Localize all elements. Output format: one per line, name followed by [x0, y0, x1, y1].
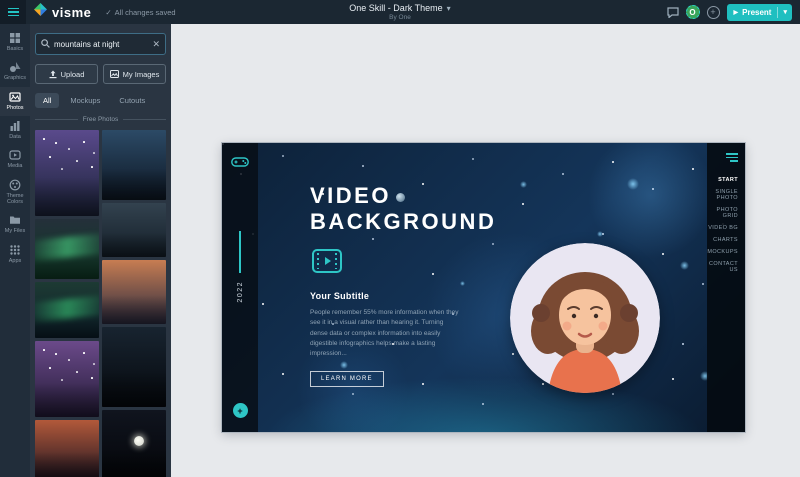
photo-thumbnail[interactable]	[102, 410, 166, 477]
photo-thumbnail[interactable]	[35, 219, 99, 279]
left-sidebar: Basics Graphics Photos Data Media Theme …	[0, 24, 30, 477]
present-button[interactable]: ▶ Present ▾	[726, 3, 792, 21]
sidebar-item-media[interactable]: Media	[0, 145, 30, 174]
menu-item-contact-us[interactable]: CONTACT US	[707, 258, 745, 276]
panel-buttons: Upload My Images	[35, 64, 166, 84]
search-icon	[41, 35, 50, 53]
photo-thumbnail[interactable]	[102, 203, 166, 257]
comments-icon[interactable]	[666, 6, 679, 18]
slide-subtitle[interactable]: Your Subtitle	[310, 291, 480, 301]
hamburger-menu-button[interactable]	[0, 0, 26, 24]
sidebar-item-my-files[interactable]: My Files	[0, 210, 30, 239]
add-collaborator-button[interactable]: +	[706, 5, 720, 19]
menu-item-photo-grid[interactable]: PHOTO GRID	[707, 204, 745, 222]
year-label[interactable]: 2022	[237, 281, 244, 303]
tab-mockups[interactable]: Mockups	[62, 93, 108, 108]
video-play-icon[interactable]	[312, 248, 480, 278]
sidebar-item-data[interactable]: Data	[0, 116, 30, 145]
document-title[interactable]: One Skill - Dark Theme ▾	[349, 3, 450, 13]
photos-panel: ✕ Upload My Images All Mockups Cutouts F…	[30, 24, 171, 477]
play-icon: ▶	[733, 9, 739, 16]
data-icon	[9, 120, 21, 132]
timeline-line	[239, 231, 241, 273]
section-divider: Free Photos	[35, 116, 166, 123]
slide-left-strip: 2022 +	[222, 143, 258, 432]
learn-more-button[interactable]: LEARN MORE	[310, 370, 384, 387]
photo-column	[35, 130, 99, 477]
save-status: ✓ All changes saved	[105, 7, 176, 17]
filter-tabs: All Mockups Cutouts	[35, 93, 166, 108]
game-controller-icon[interactable]	[231, 155, 249, 173]
photos-icon	[9, 91, 21, 103]
folder-icon	[9, 214, 21, 226]
photo-thumbnail[interactable]	[35, 420, 99, 477]
photo-thumbnail[interactable]	[35, 130, 99, 216]
top-bar: visme ✓ All changes saved One Skill - Da…	[0, 0, 800, 24]
photo-thumbnail[interactable]	[35, 341, 99, 417]
visme-logo-text: visme	[52, 4, 92, 20]
search-box: ✕	[35, 33, 166, 55]
topbar-actions: O + ▶ Present ▾	[666, 3, 800, 21]
apps-icon	[9, 244, 21, 256]
sidebar-item-graphics[interactable]: Graphics	[0, 57, 30, 86]
globe-icon	[395, 192, 405, 202]
chevron-down-icon: ▾	[446, 3, 451, 13]
menu-item-charts[interactable]: CHARTS	[707, 234, 745, 246]
menu-item-start[interactable]: START	[707, 174, 745, 186]
woman-illustration[interactable]	[510, 243, 660, 393]
media-icon	[9, 149, 21, 161]
photo-thumbnail[interactable]	[102, 327, 166, 407]
menu-item-mockups[interactable]: MOCKUPS	[707, 246, 745, 258]
image-icon	[109, 70, 119, 78]
menu-item-video-bg[interactable]: VIDEO BG	[707, 222, 745, 234]
editor-canvas[interactable]: 2022 + VIDEO BACKGROUND Your Subtitle Pe…	[171, 24, 800, 477]
user-avatar[interactable]: O	[685, 5, 700, 19]
slide-action-button[interactable]: +	[232, 403, 248, 418]
clear-search-icon[interactable]: ✕	[152, 39, 160, 50]
photo-column	[102, 130, 166, 477]
sidebar-item-apps[interactable]: Apps	[0, 240, 30, 269]
my-images-button[interactable]: My Images	[103, 64, 166, 84]
photo-results-grid	[35, 130, 166, 477]
slide-body-text[interactable]: People remember 55% more information whe…	[310, 308, 462, 360]
slide-title[interactable]: VIDEO BACKGROUND	[310, 183, 494, 235]
upload-button[interactable]: Upload	[35, 64, 98, 84]
menu-item-single-photo[interactable]: SINGLE PHOTO	[707, 186, 745, 204]
basics-icon	[9, 32, 21, 44]
document-author: By One	[389, 14, 411, 21]
photo-thumbnail[interactable]	[102, 130, 166, 200]
sidebar-item-photos[interactable]: Photos	[0, 86, 30, 116]
slide-canvas[interactable]: 2022 + VIDEO BACKGROUND Your Subtitle Pe…	[221, 142, 746, 433]
photo-thumbnail[interactable]	[102, 260, 166, 324]
graphics-icon	[9, 61, 21, 73]
upload-icon	[49, 70, 57, 78]
tab-all[interactable]: All	[35, 93, 60, 108]
tab-cutouts[interactable]: Cutouts	[111, 93, 153, 108]
search-input[interactable]	[54, 39, 149, 49]
visme-logo[interactable]: visme	[34, 3, 91, 21]
theme-colors-icon	[9, 179, 21, 191]
check-icon: ✓	[105, 7, 112, 17]
photo-thumbnail[interactable]	[35, 282, 99, 338]
sidebar-item-theme-colors[interactable]: Theme Colors	[0, 175, 30, 211]
slide-side-menu: START SINGLE PHOTO PHOTO GRID VIDEO BG C…	[707, 143, 745, 432]
section-title: Free Photos	[82, 116, 119, 123]
present-chevron-icon[interactable]: ▾	[778, 8, 792, 16]
visme-logo-icon	[34, 3, 47, 21]
sidebar-item-basics[interactable]: Basics	[0, 28, 30, 57]
slide-menu-icon[interactable]	[707, 153, 745, 162]
slide-text-block[interactable]: VIDEO BACKGROUND Your Subtitle People re…	[310, 183, 494, 387]
